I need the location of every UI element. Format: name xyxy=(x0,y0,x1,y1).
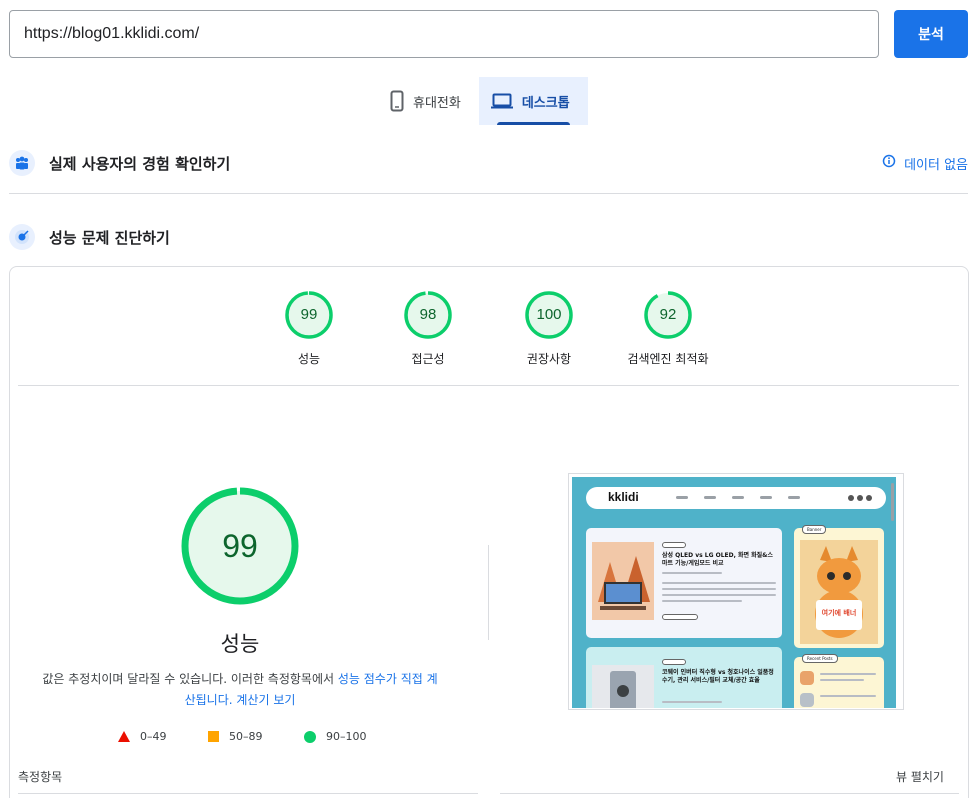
field-data-title: 실제 사용자의 경험 확인하기 xyxy=(49,154,231,173)
screenshot-line xyxy=(662,600,742,602)
tab-desktop-label: 데스크톱 xyxy=(521,95,570,111)
legend-average: 50–89 xyxy=(208,730,263,743)
screenshot-scrollbar xyxy=(891,483,894,521)
score-label: 접근성 xyxy=(411,352,445,366)
screenshot-line xyxy=(662,594,776,596)
metrics-label: 측정항목 xyxy=(18,770,63,784)
square-icon xyxy=(208,731,219,742)
screenshot-background: kklidi 삼성 QLED vs LG OLED, 화면 화질&스마트 기능/… xyxy=(572,477,896,708)
score-gauge: 100 xyxy=(524,290,574,340)
field-data-header: 실제 사용자의 경험 확인하기 데이터 없음 xyxy=(9,150,968,176)
screenshot-line xyxy=(820,695,876,697)
screenshot-post-image xyxy=(592,665,654,708)
no-data-link[interactable]: 데이터 없음 xyxy=(882,154,968,173)
legend-range: 0–49 xyxy=(140,730,167,743)
tab-mobile-label: 휴대전화 xyxy=(413,95,461,111)
page-screenshot: kklidi 삼성 QLED vs LG OLED, 화면 화질&스마트 기능/… xyxy=(568,473,904,710)
screenshot-pill xyxy=(662,659,686,665)
score-accessibility[interactable]: 98 접근성 xyxy=(363,290,493,367)
legend-pass: 90–100 xyxy=(304,730,367,743)
screenshot-post-card: 삼성 QLED vs LG OLED, 화면 화질&스마트 기능/게임모드 비교 xyxy=(586,528,782,638)
score-gauge: 98 xyxy=(403,290,453,340)
score-value: 99 xyxy=(300,306,318,323)
score-label: 성능 xyxy=(297,352,321,366)
screenshot-social-icons xyxy=(848,495,872,501)
screenshot-post-title: 삼성 QLED vs LG OLED, 화면 화질&스마트 기능/게임모드 비교 xyxy=(662,552,773,567)
screenshot-line xyxy=(662,582,776,584)
score-best-practices[interactable]: 100 권장사항 xyxy=(484,290,614,367)
main-score-label: 성능 xyxy=(220,632,260,656)
screenshot-banner-text: 여기에 배너 xyxy=(821,609,857,617)
screenshot-recent-posts: Recent Posts xyxy=(794,654,884,708)
screenshot-banner-tag: Banner xyxy=(802,525,827,534)
legend-range: 50–89 xyxy=(229,730,263,743)
screenshot-line xyxy=(662,701,722,703)
score-performance[interactable]: 99 성능 xyxy=(244,290,374,367)
users-icon xyxy=(9,150,35,176)
screenshot-pill xyxy=(662,542,686,548)
divider xyxy=(18,793,478,794)
info-icon xyxy=(882,154,896,172)
url-input[interactable] xyxy=(9,10,879,58)
screenshot-recent-tag: Recent Posts xyxy=(802,654,838,663)
legend-fail: 0–49 xyxy=(118,730,167,743)
screenshot-line xyxy=(662,588,776,590)
screenshot-logo: kklidi xyxy=(608,490,639,504)
score-description: 값은 추정치이며 달라질 수 있습니다. 이러한 측정항목에서 성능 점수가 직… xyxy=(40,669,440,711)
circle-icon xyxy=(304,730,316,743)
lab-data-header: 성능 문제 진단하기 xyxy=(9,224,968,250)
screenshot-recent-thumb xyxy=(800,693,814,707)
divider xyxy=(500,793,959,794)
divider xyxy=(9,193,968,194)
vertical-divider xyxy=(488,545,489,640)
no-data-label: 데이터 없음 xyxy=(904,157,968,173)
score-seo[interactable]: 92 검색엔진 최적화 xyxy=(603,290,733,367)
diagnose-icon xyxy=(9,224,35,250)
screenshot-pill xyxy=(662,614,698,620)
laptop-icon xyxy=(490,93,513,109)
lab-data-title: 성능 문제 진단하기 xyxy=(49,228,170,247)
analyze-button[interactable]: 분석 xyxy=(894,10,968,58)
score-label: 검색엔진 최적화 xyxy=(627,352,709,366)
calculator-link[interactable]: 계산기 보기 xyxy=(236,693,295,707)
screenshot-recent-thumb xyxy=(800,671,814,685)
screenshot-banner-image xyxy=(800,540,878,644)
screenshot-line xyxy=(820,679,864,681)
triangle-icon xyxy=(118,731,130,742)
legend-range: 90–100 xyxy=(326,730,367,743)
screenshot-post-title: 코웨이 인버터 직수형 vs 청호나이스 일품정수기, 관리 서비스/필터 교체… xyxy=(662,669,774,684)
screenshot-nav: kklidi xyxy=(586,487,886,509)
expand-view-toggle[interactable]: 뷰 펼치기 xyxy=(896,768,944,785)
score-value: 92 xyxy=(659,306,677,323)
screenshot-post-card: 코웨이 인버터 직수형 vs 청호나이스 일품정수기, 관리 서비스/필터 교체… xyxy=(586,647,782,708)
main-score-value: 99 xyxy=(222,528,258,564)
screenshot-line xyxy=(662,572,722,574)
description-text: 값은 추정치이며 달라질 수 있습니다. 이러한 측정항목에서 xyxy=(42,672,338,686)
score-value: 100 xyxy=(536,306,562,323)
phone-icon xyxy=(390,90,404,112)
screenshot-banner: Banner 여기에 배너 xyxy=(794,525,884,648)
score-gauge: 99 xyxy=(284,290,334,340)
screenshot-line xyxy=(820,673,876,675)
score-label: 권장사항 xyxy=(526,352,572,366)
tab-mobile[interactable]: 휴대전화 xyxy=(378,77,479,125)
tab-desktop[interactable]: 데스크톱 xyxy=(478,77,588,125)
screenshot-post-image xyxy=(592,542,654,620)
screenshot-menu xyxy=(676,496,800,499)
divider xyxy=(18,385,959,386)
device-tabs: 휴대전화 데스크톱 xyxy=(378,77,588,125)
score-value: 98 xyxy=(419,306,437,323)
main-score-gauge: 99 xyxy=(180,486,300,606)
score-gauge: 92 xyxy=(643,290,693,340)
